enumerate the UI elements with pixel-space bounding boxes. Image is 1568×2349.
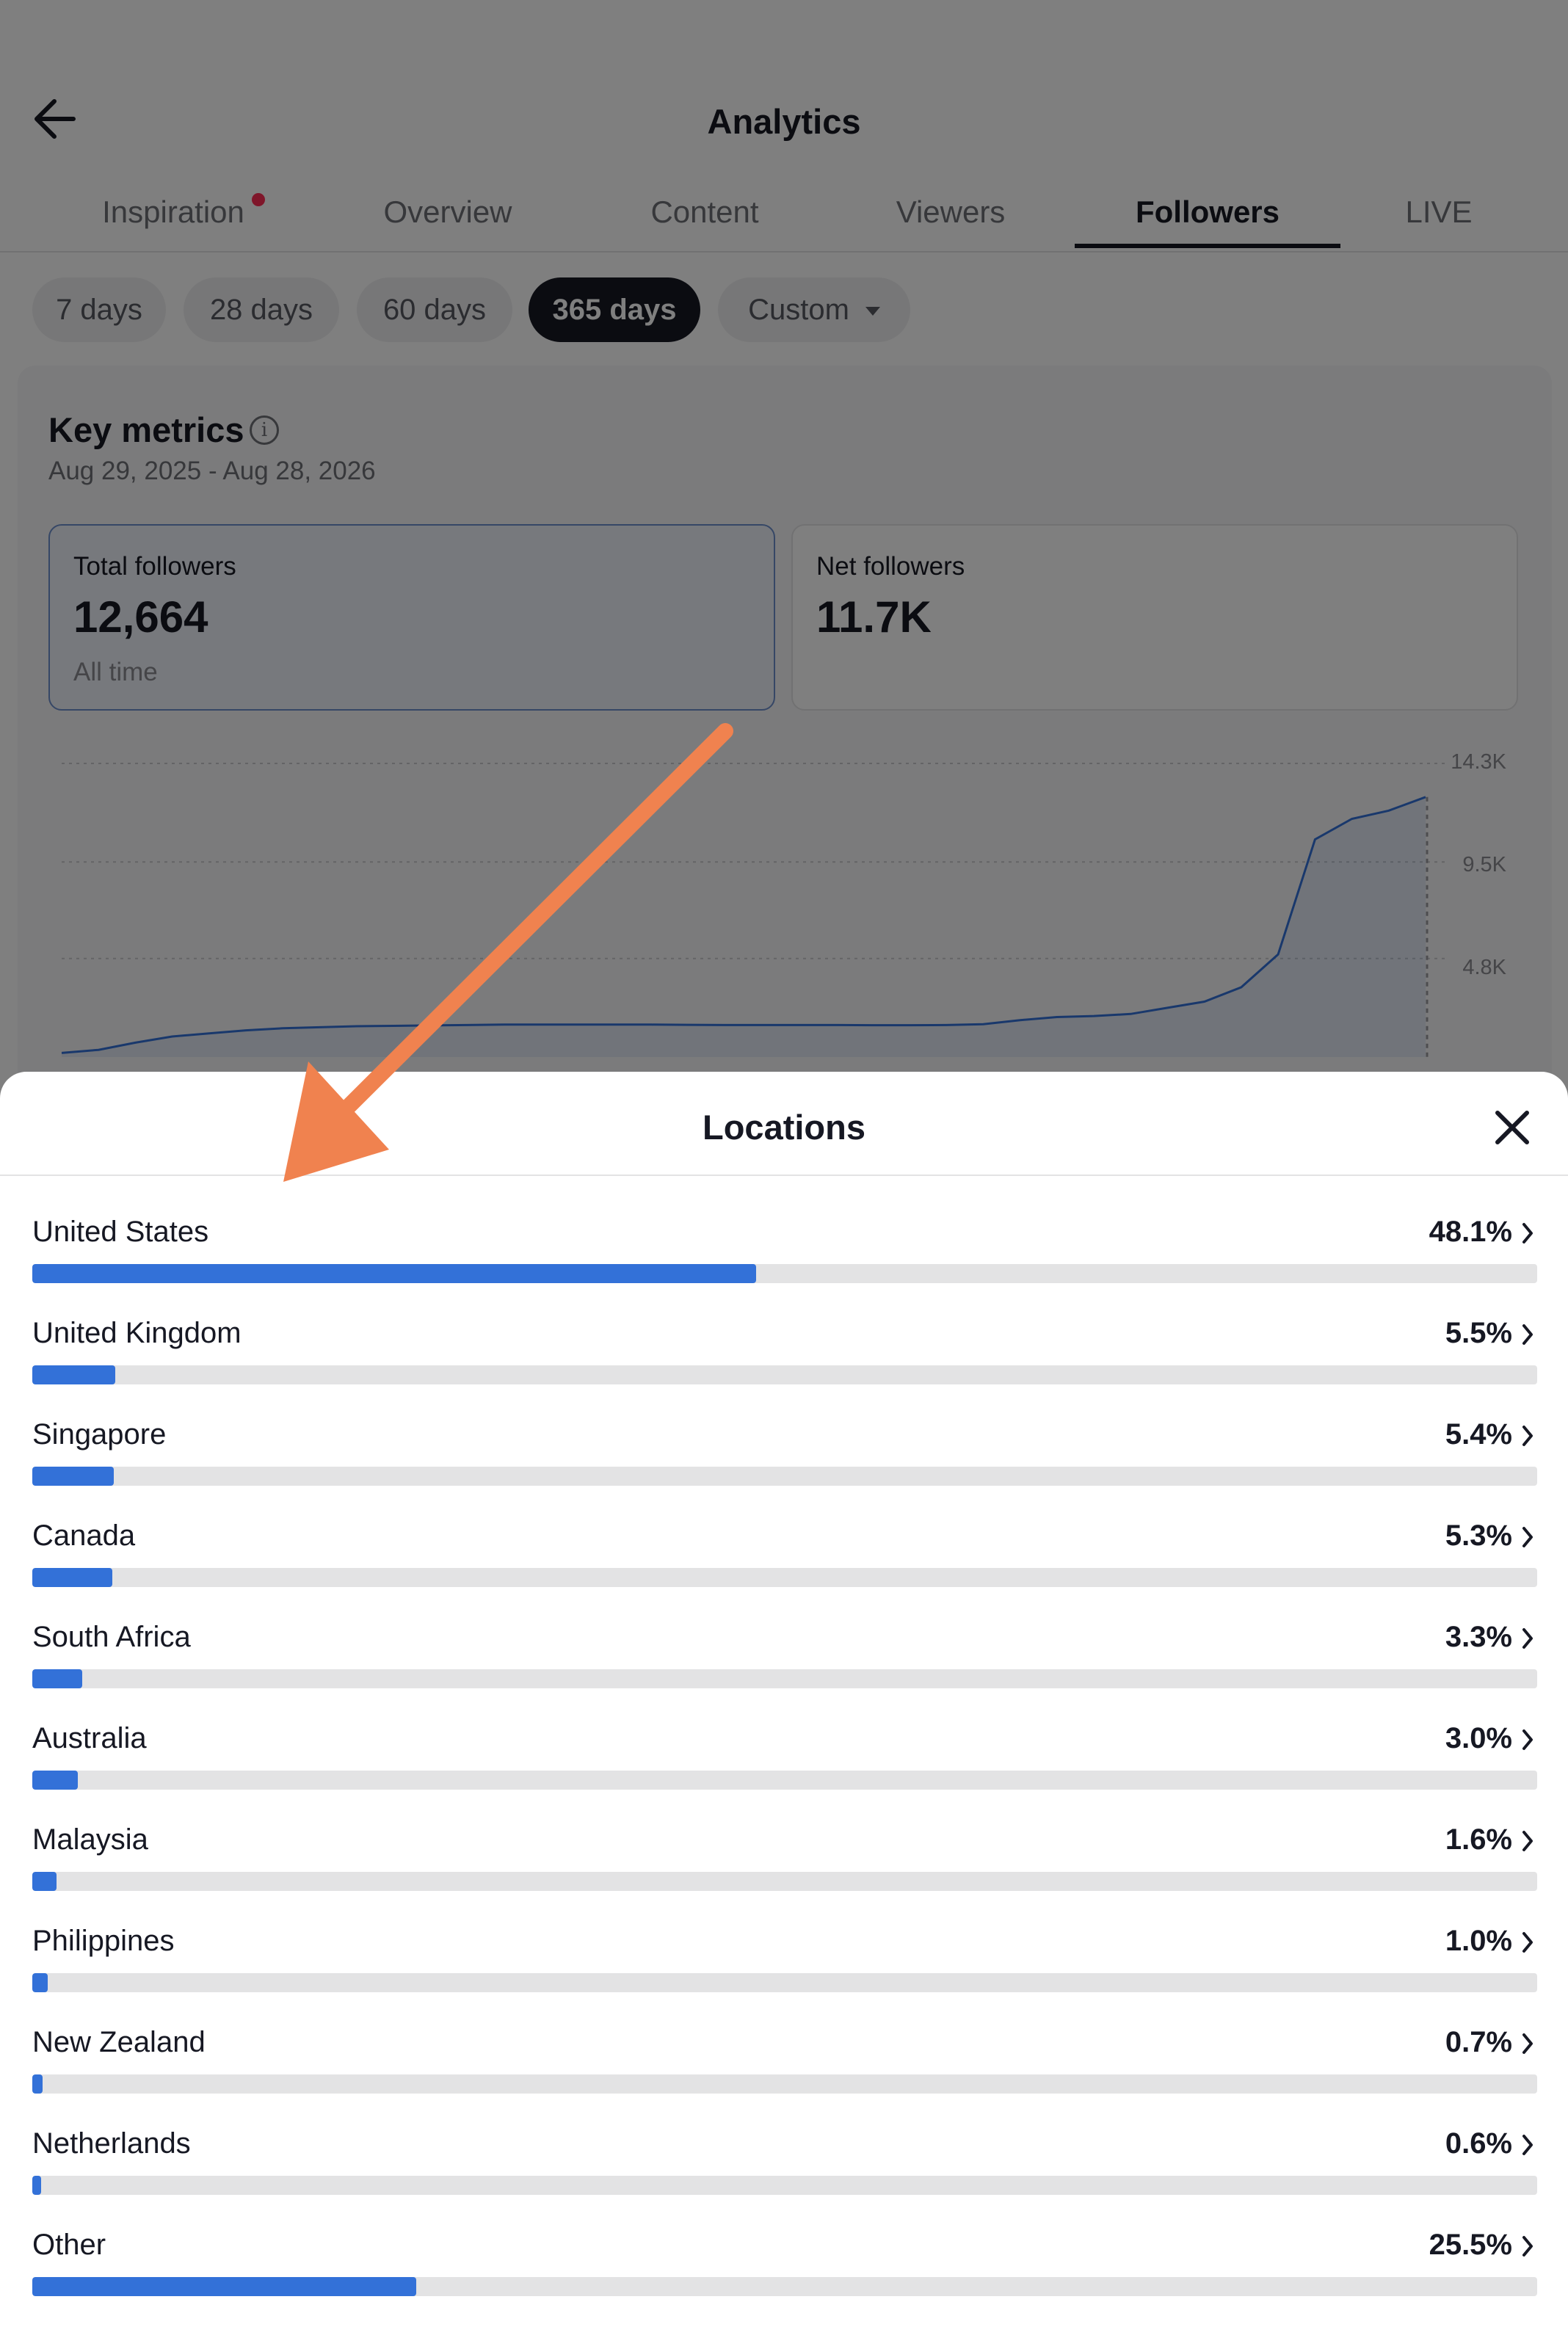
percent-bar-track	[32, 1669, 1537, 1688]
location-name: United Kingdom	[32, 1317, 242, 1349]
location-percent: 25.5%	[1429, 2229, 1512, 2261]
percent-bar-track	[32, 1467, 1537, 1486]
percent-bar-track	[32, 1264, 1537, 1283]
location-row[interactable]: United Kingdom 5.5%	[32, 1317, 1537, 1412]
location-row[interactable]: Malaysia 1.6%	[32, 1823, 1537, 1919]
chevron-right-icon	[1522, 2135, 1533, 2155]
location-row[interactable]: New Zealand 0.7%	[32, 2026, 1537, 2121]
location-row[interactable]: South Africa 3.3%	[32, 1621, 1537, 1716]
location-name: New Zealand	[32, 2026, 206, 2058]
locations-sheet: Locations United States 48.1% United Kingd…	[0, 1072, 1568, 2349]
location-percent: 5.3%	[1445, 1520, 1512, 1552]
location-name: Netherlands	[32, 2127, 191, 2160]
percent-bar-track	[32, 2277, 1537, 2296]
location-row[interactable]: Netherlands 0.6%	[32, 2127, 1537, 2223]
percent-bar-track	[32, 2074, 1537, 2094]
location-percent: 48.1%	[1429, 1216, 1512, 1248]
chevron-right-icon	[1522, 2033, 1533, 2054]
percent-bar-fill	[32, 1365, 115, 1384]
location-row[interactable]: Other 25.5%	[32, 2229, 1537, 2324]
chevron-right-icon	[1522, 1831, 1533, 1851]
percent-bar-fill	[32, 2277, 416, 2296]
chevron-right-icon	[1522, 1527, 1533, 1547]
percent-bar-track	[32, 1973, 1537, 1992]
location-percent: 1.6%	[1445, 1823, 1512, 1856]
location-name: Philippines	[32, 1925, 175, 1957]
chevron-right-icon	[1522, 1628, 1533, 1649]
sheet-title: Locations	[703, 1108, 865, 1147]
location-percent: 0.7%	[1445, 2026, 1512, 2058]
location-percent: 0.6%	[1445, 2127, 1512, 2160]
chevron-right-icon	[1522, 1324, 1533, 1345]
location-name: Singapore	[32, 1418, 167, 1451]
chevron-right-icon	[1522, 1932, 1533, 1953]
percent-bar-fill	[32, 1264, 757, 1283]
chevron-right-icon	[1522, 1426, 1533, 1446]
percent-bar-fill	[32, 1669, 82, 1688]
percent-bar-fill	[32, 1771, 78, 1790]
location-row[interactable]: Philippines 1.0%	[32, 1925, 1537, 2020]
close-button[interactable]	[1486, 1101, 1539, 1154]
percent-bar-fill	[32, 2176, 42, 2195]
location-percent: 1.0%	[1445, 1925, 1512, 1957]
location-percent: 3.3%	[1445, 1621, 1512, 1653]
location-name: Australia	[32, 1722, 147, 1754]
location-row[interactable]: United States 48.1%	[32, 1216, 1537, 1311]
percent-bar-track	[32, 1568, 1537, 1587]
location-percent: 5.4%	[1445, 1418, 1512, 1451]
percent-bar-fill	[32, 1467, 114, 1486]
close-icon	[1495, 1111, 1529, 1144]
location-percent: 3.0%	[1445, 1722, 1512, 1754]
location-row[interactable]: Canada 5.3%	[32, 1520, 1537, 1615]
percent-bar-track	[32, 1771, 1537, 1790]
percent-bar-track	[32, 1365, 1537, 1384]
location-name: Canada	[32, 1520, 136, 1552]
percent-bar-fill	[32, 1872, 57, 1891]
chevron-right-icon	[1522, 1223, 1533, 1244]
location-name: Other	[32, 2229, 106, 2261]
percent-bar-track	[32, 2176, 1537, 2195]
location-name: United States	[32, 1216, 209, 1248]
chevron-right-icon	[1522, 2236, 1533, 2257]
location-row[interactable]: Singapore 5.4%	[32, 1418, 1537, 1514]
percent-bar-fill	[32, 1568, 112, 1587]
location-name: South Africa	[32, 1621, 191, 1653]
percent-bar-track	[32, 1872, 1537, 1891]
location-percent: 5.5%	[1445, 1317, 1512, 1349]
percent-bar-fill	[32, 1973, 48, 1992]
chevron-right-icon	[1522, 1729, 1533, 1750]
percent-bar-fill	[32, 2074, 43, 2094]
location-name: Malaysia	[32, 1823, 148, 1856]
location-row[interactable]: Australia 3.0%	[32, 1722, 1537, 1818]
sheet-divider	[0, 1174, 1568, 1176]
